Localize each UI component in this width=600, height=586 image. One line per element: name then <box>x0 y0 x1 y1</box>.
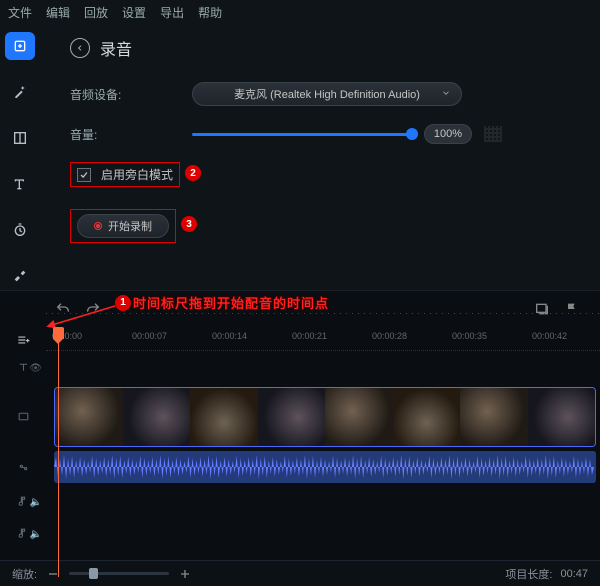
record-button-label: 开始录制 <box>108 218 152 234</box>
audio-device-dropdown[interactable]: 麦克风 (Realtek High Definition Audio) <box>192 82 462 106</box>
callout-2: 2 <box>185 165 201 181</box>
tool-tools[interactable] <box>5 262 35 290</box>
volume-slider[interactable] <box>192 133 412 136</box>
chevron-down-icon <box>441 88 451 101</box>
flag-button[interactable] <box>564 301 580 317</box>
audio-device-label: 音频设备: <box>70 86 150 103</box>
vu-meter-icon <box>484 126 502 142</box>
annotation-arrow <box>40 301 120 331</box>
tool-wand[interactable] <box>5 78 35 106</box>
record-icon <box>94 222 102 230</box>
tool-timer[interactable] <box>5 216 35 244</box>
ruler-tick: 00:00:14 <box>212 331 247 341</box>
video-track-head[interactable] <box>0 410 46 423</box>
back-button[interactable] <box>70 38 90 58</box>
ruler-tick: 00:00:35 <box>452 331 487 341</box>
volume-value: 100% <box>424 124 472 144</box>
text-track-head[interactable]: 👁 <box>0 361 46 374</box>
volume-label: 音量: <box>70 126 150 143</box>
menu-playback[interactable]: 回放 <box>84 4 108 21</box>
start-record-button[interactable]: 开始录制 <box>77 214 169 238</box>
menu-bar: 文件 编辑 回放 设置 导出 帮助 <box>0 0 600 24</box>
menu-file[interactable]: 文件 <box>8 4 32 21</box>
menu-export[interactable]: 导出 <box>160 4 184 21</box>
narration-checkbox[interactable] <box>77 168 91 182</box>
project-length-value: 00:47 <box>560 568 588 580</box>
video-clip[interactable] <box>54 387 596 447</box>
ruler-tick: 00:00:21 <box>292 331 327 341</box>
tool-add[interactable] <box>5 32 35 60</box>
menu-settings[interactable]: 设置 <box>122 4 146 21</box>
add-track-button[interactable] <box>14 333 32 347</box>
status-bar: 缩放: 项目长度: 00:47 <box>0 560 600 586</box>
tool-layout[interactable] <box>5 124 35 152</box>
ruler-tick: 00:00:42 <box>532 331 567 341</box>
audio-track-2-head[interactable]: 🔈 <box>0 527 46 540</box>
callout-3: 3 <box>181 216 197 232</box>
zoom-slider[interactable] <box>69 572 169 575</box>
tool-text[interactable] <box>5 170 35 198</box>
callout-1: 1 <box>115 295 131 311</box>
timeline: 1 时间标尺拖到开始配音的时间点 0:00:00 00:00:07 00:00:… <box>0 290 600 586</box>
narration-checkbox-label: 启用旁白模式 <box>101 166 173 183</box>
narration-checkbox-row: 启用旁白模式 2 <box>70 162 180 187</box>
annotation-text: 时间标尺拖到开始配音的时间点 <box>133 293 329 312</box>
audio-device-value: 麦克风 (Realtek High Definition Audio) <box>234 86 420 102</box>
menu-edit[interactable]: 编辑 <box>46 4 70 21</box>
zoom-label: 缩放: <box>12 566 37 582</box>
audio-track-1-head[interactable]: 🔈 <box>0 495 46 508</box>
panel-title: 录音 <box>100 36 132 60</box>
time-ruler[interactable]: 0:00:00 00:00:07 00:00:14 00:00:21 00:00… <box>46 327 600 351</box>
menu-help[interactable]: 帮助 <box>198 4 222 21</box>
record-panel: 录音 音频设备: 麦克风 (Realtek High Definition Au… <box>40 24 600 290</box>
audio-waveform[interactable] <box>54 451 596 483</box>
playhead[interactable] <box>53 327 64 339</box>
marker-button[interactable] <box>534 301 550 317</box>
left-toolbar <box>0 24 40 290</box>
record-button-highlight: 开始录制 3 <box>70 209 176 243</box>
ruler-tick: 00:00:07 <box>132 331 167 341</box>
annotation: 1 时间标尺拖到开始配音的时间点 <box>115 293 329 312</box>
ruler-tick: 00:00:28 <box>372 331 407 341</box>
zoom-in-button[interactable] <box>177 566 193 582</box>
project-length-label: 项目长度: <box>505 566 552 582</box>
linked-audio-track-head[interactable] <box>0 461 46 474</box>
